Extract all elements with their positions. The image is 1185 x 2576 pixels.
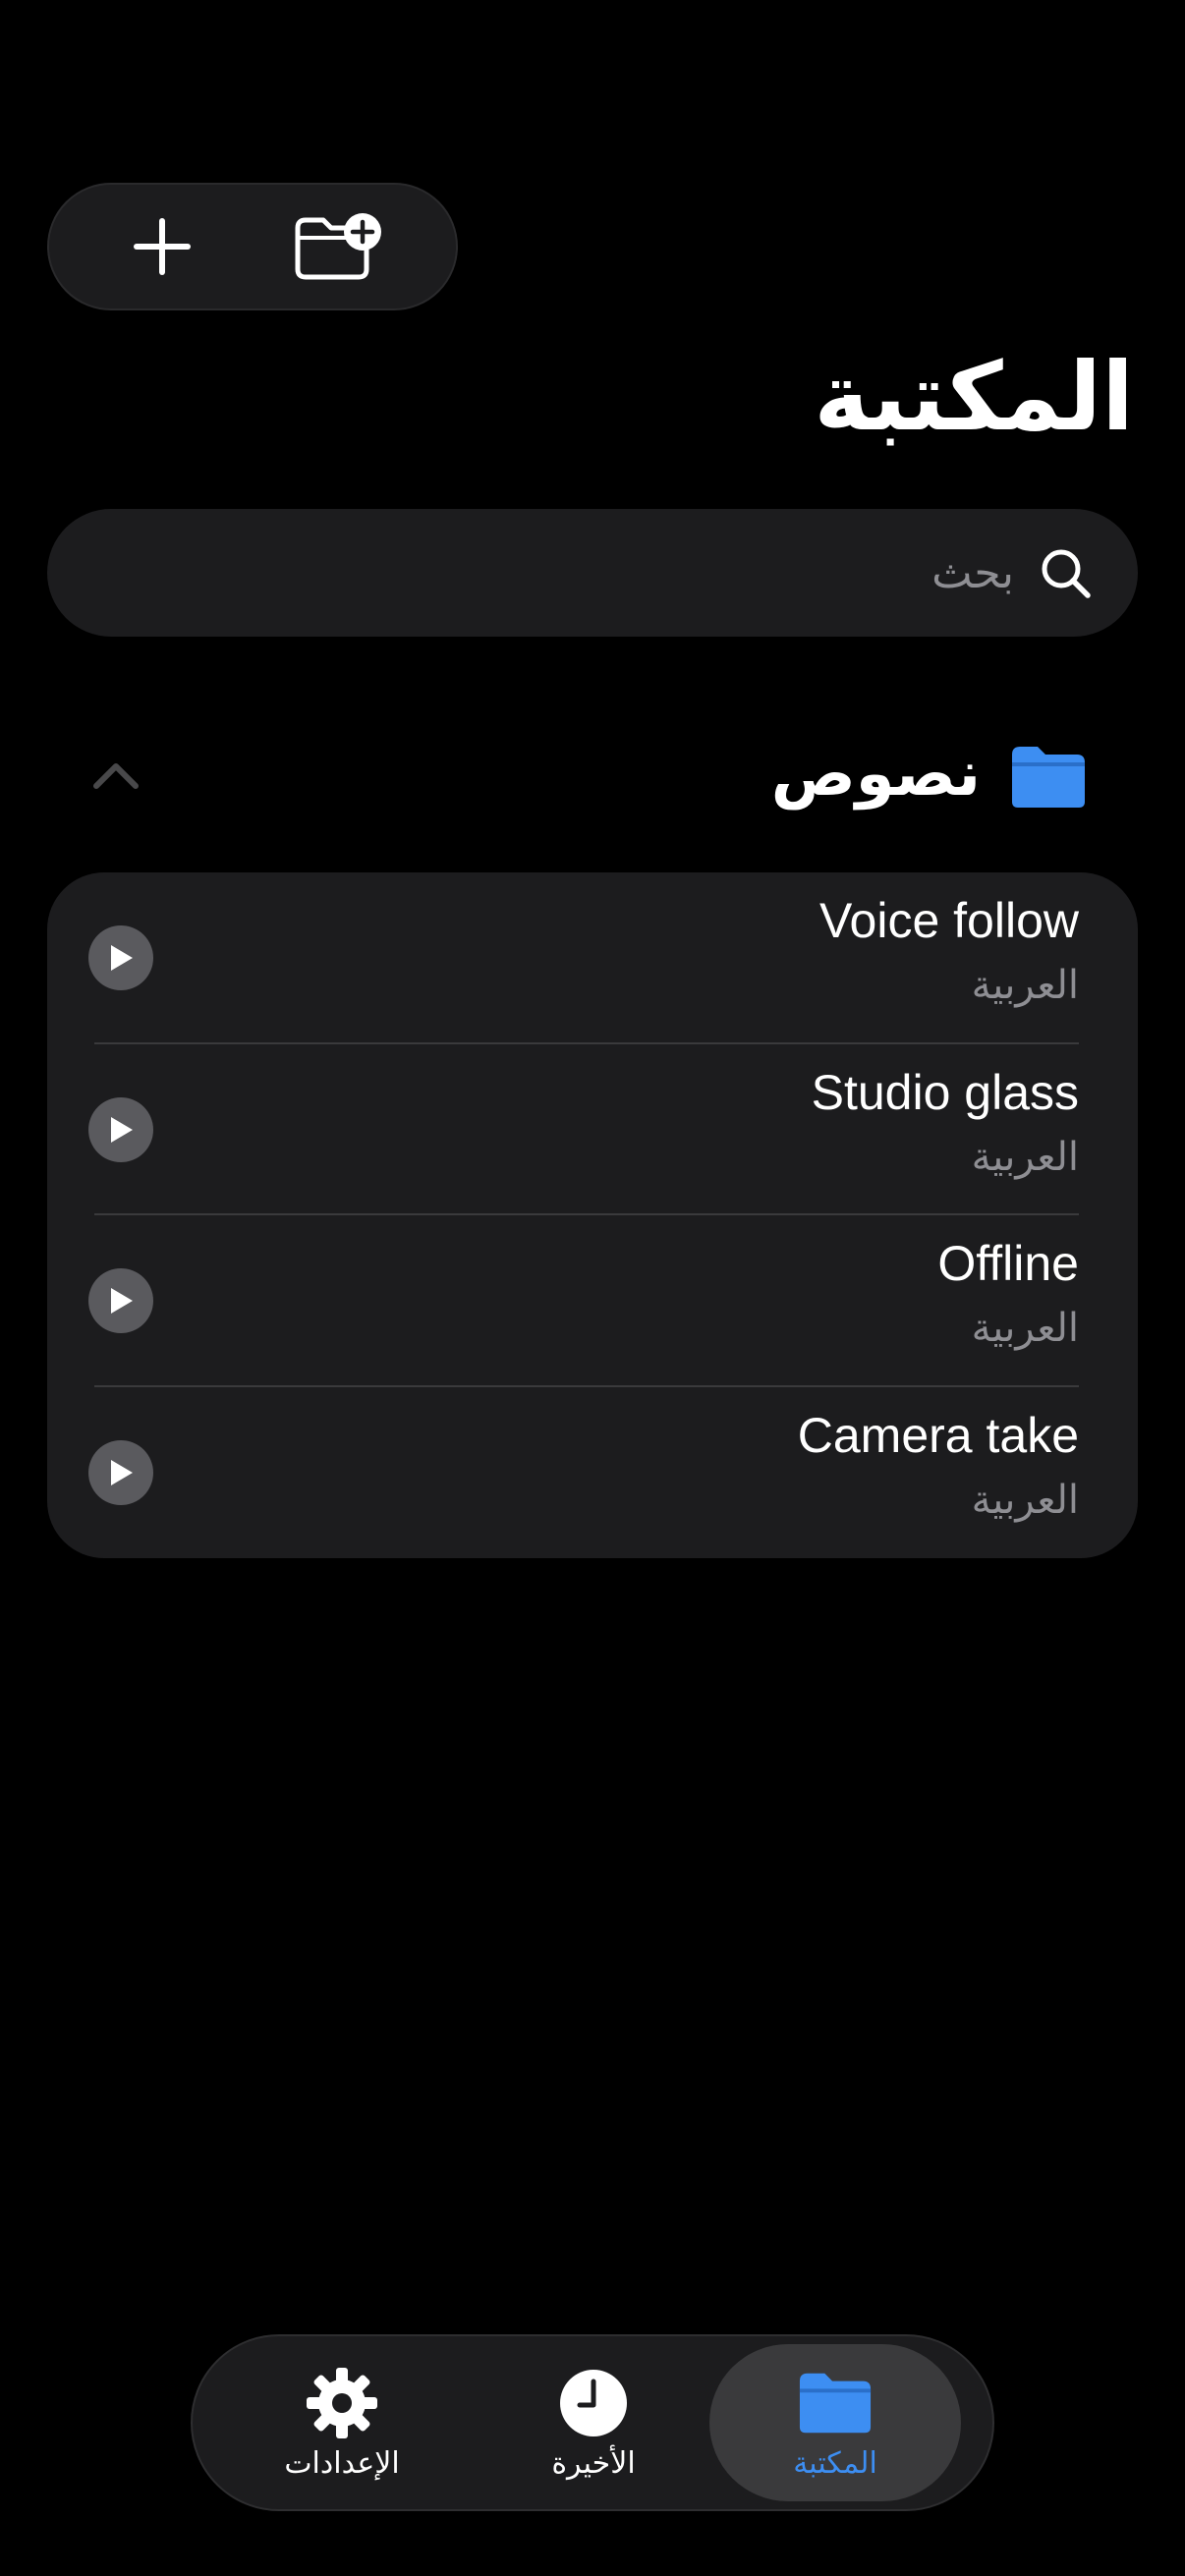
scripts-list: Voice follow العربية Studio glass العربي… [47,872,1138,1558]
list-item[interactable]: Voice follow العربية [47,872,1138,1044]
tab-library[interactable]: المكتبة [709,2344,961,2501]
page-title: المكتبة [814,342,1134,452]
top-actions-bar [47,183,458,310]
chevron-up-icon[interactable] [86,747,145,806]
play-icon [111,945,133,971]
search-icon [1042,549,1091,598]
gear-icon [307,2367,377,2438]
item-language: العربية [971,1134,1079,1180]
play-button[interactable] [88,1096,153,1162]
add-button[interactable] [88,185,236,308]
item-language: العربية [971,1306,1079,1351]
item-title: Camera take [797,1407,1079,1463]
clock-icon [560,2369,627,2436]
list-item[interactable]: Offline العربية [47,1215,1138,1387]
folder-icon [1012,747,1085,808]
play-button[interactable] [88,1268,153,1333]
tab-label: الإعدادات [284,2445,400,2481]
play-icon [111,1288,133,1314]
plus-icon [134,218,191,275]
tab-label: الأخيرة [551,2445,636,2481]
folder-add-icon [295,213,381,280]
item-title: Offline [937,1236,1079,1291]
play-icon [111,1459,133,1485]
tab-recent[interactable]: الأخيرة [468,2344,719,2501]
play-button[interactable] [88,1439,153,1505]
play-icon [111,1116,133,1143]
tab-settings[interactable]: الإعدادات [216,2344,468,2501]
section-header: نصوص [47,717,1138,835]
item-language: العربية [971,963,1079,1008]
play-button[interactable] [88,925,153,990]
search-input[interactable] [47,546,1016,599]
item-title: Voice follow [818,893,1079,948]
list-item[interactable]: Camera take العربية [47,1387,1138,1559]
item-title: Studio glass [811,1064,1079,1120]
search-bar[interactable] [47,509,1138,637]
list-item[interactable]: Studio glass العربية [47,1044,1138,1215]
tab-label: المكتبة [793,2445,877,2481]
section-title: نصوص [770,738,981,811]
folder-icon [799,2373,872,2433]
item-language: العربية [971,1477,1079,1523]
tab-bar: الإعدادات الأخيرة المكتبة [191,2334,994,2511]
new-folder-button[interactable] [265,185,413,308]
